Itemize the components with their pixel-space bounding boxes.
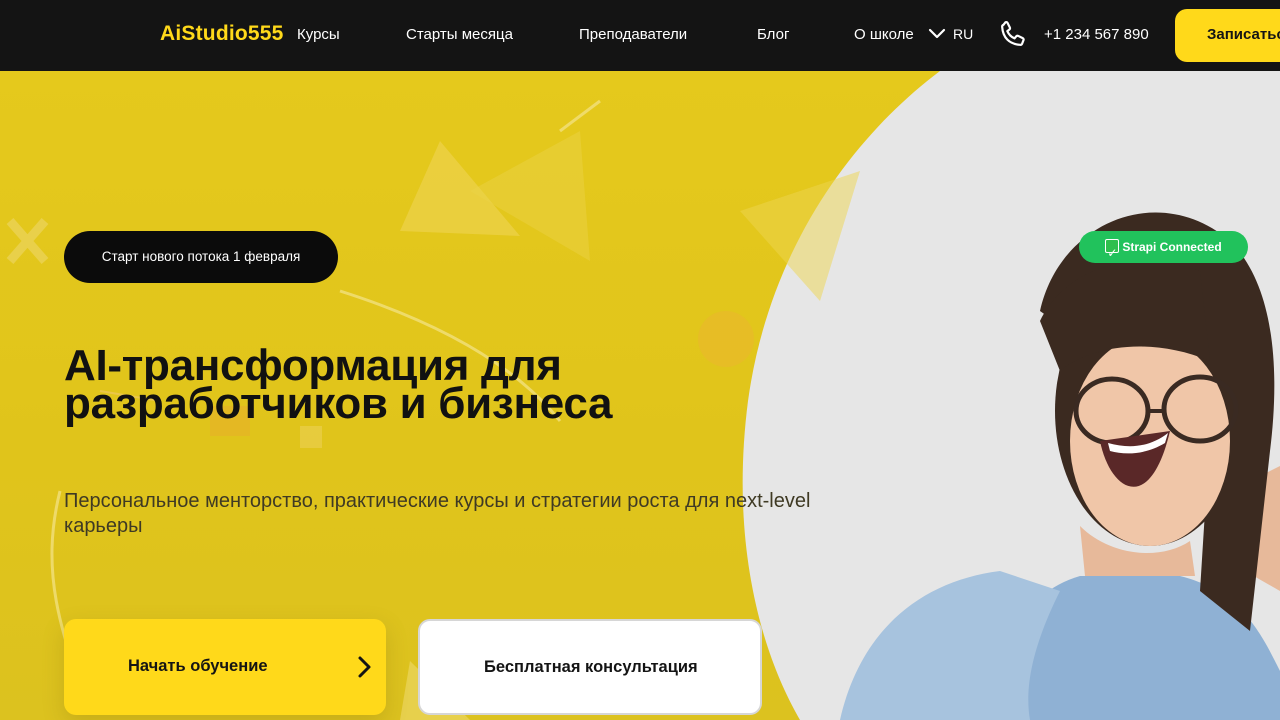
start-learning-label: Начать обучение: [128, 657, 268, 675]
nav-link-monthly-starts[interactable]: Старты месяца: [406, 26, 513, 43]
top-navbar: AiStudio555 Курсы Старты месяца Преподав…: [0, 0, 1280, 71]
start-learning-button[interactable]: Начать обучение: [64, 619, 386, 715]
hero-subtitle: Персональное менторство, практические ку…: [64, 490, 811, 537]
phone-number[interactable]: +1 234 567 890: [1044, 26, 1149, 43]
chevron-right-icon: [358, 656, 371, 678]
phone-icon[interactable]: [997, 19, 1028, 50]
logo[interactable]: AiStudio555: [160, 22, 284, 46]
status-badge-label: Strapi Connected: [1122, 240, 1222, 254]
nav-link-blog[interactable]: Блог: [757, 26, 789, 43]
hero-title-line-2: разработчиков и бизнеса: [64, 379, 613, 428]
free-consultation-button[interactable]: Бесплатная консультация: [418, 619, 762, 715]
hero-title: AI-трансформация для разработчиков и биз…: [64, 344, 784, 428]
status-badge: Strapi Connected: [1079, 231, 1248, 269]
nav-link-courses[interactable]: Курсы: [297, 26, 340, 43]
nav-link-about[interactable]: О школе: [854, 26, 914, 43]
chevron-down-icon[interactable]: [928, 27, 946, 41]
signup-button[interactable]: Записаться: [1175, 9, 1280, 62]
cohort-start-badge: Старт нового потока 1 февраля: [64, 231, 338, 283]
hero-section: Старт нового потока 1 февраля Strapi Con…: [0, 71, 1280, 720]
free-consultation-label: Бесплатная консультация: [484, 658, 698, 676]
language-selector[interactable]: RU: [953, 26, 973, 42]
checkmark-icon: [1105, 237, 1120, 269]
nav-link-teachers[interactable]: Преподаватели: [579, 26, 687, 43]
